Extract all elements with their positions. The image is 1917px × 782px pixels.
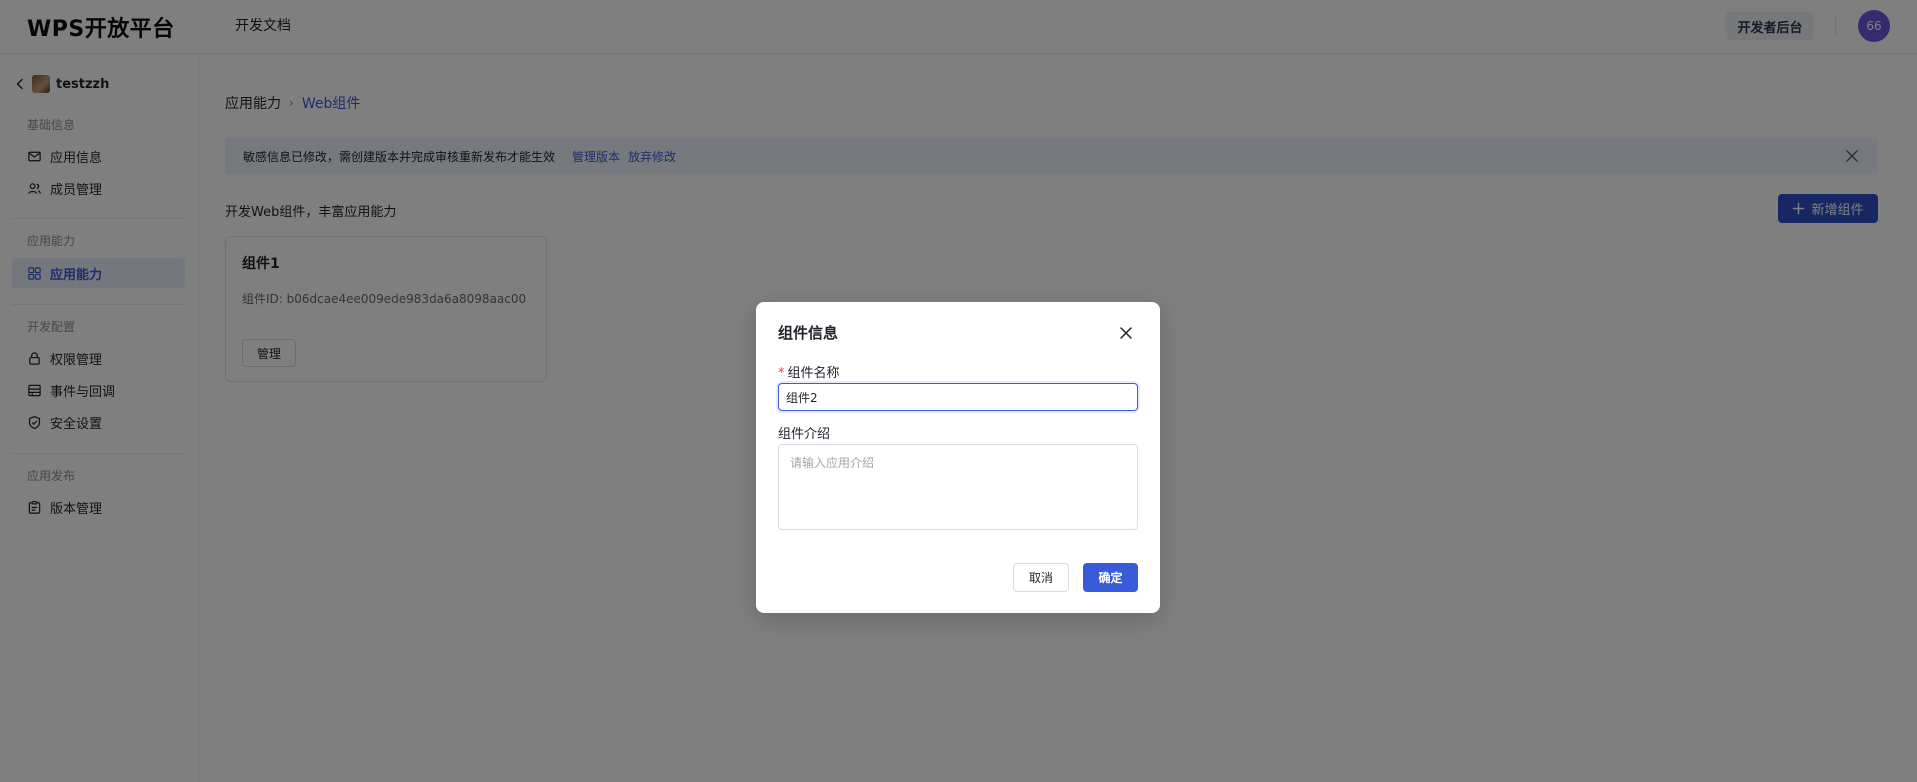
component-desc-label: 组件介绍 xyxy=(778,427,831,442)
required-mark: * xyxy=(778,366,785,381)
cancel-button[interactable]: 取消 xyxy=(1013,563,1069,592)
confirm-button[interactable]: 确定 xyxy=(1083,563,1138,592)
component-info-dialog: 组件信息 *组件名称 组件介绍 取消 确定 xyxy=(756,302,1160,613)
component-desc-input[interactable] xyxy=(778,444,1138,530)
dialog-title: 组件信息 xyxy=(778,324,839,342)
component-name-input[interactable] xyxy=(778,383,1138,411)
component-name-label: * 组件名称 xyxy=(778,362,840,381)
component-name-label-text: 组件名称 xyxy=(787,366,840,381)
close-icon[interactable] xyxy=(1119,326,1133,340)
